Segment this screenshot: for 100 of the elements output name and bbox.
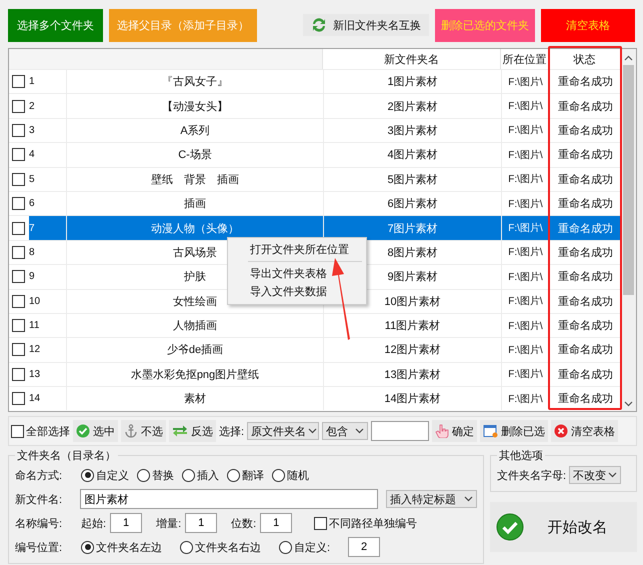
field-label: 起始: <box>81 516 106 530</box>
table-cell: 重命名成功 <box>549 290 621 313</box>
radio-label[interactable]: 文件夹名左边 <box>96 540 162 554</box>
toolbar-button[interactable]: 反选 <box>169 420 216 442</box>
row-number: 10 <box>29 296 40 307</box>
table-cell: 插画 <box>66 192 323 216</box>
radio-button[interactable] <box>137 468 150 482</box>
table-row[interactable]: 2 【动漫女头】 2图片素材 F:\图片\ 重命名成功 <box>9 93 621 118</box>
radio-label[interactable]: 文件夹名右边 <box>195 540 261 554</box>
radio-label[interactable]: 翻译 <box>242 468 264 482</box>
radio-label[interactable]: 替换 <box>152 468 174 482</box>
table-cell: 动漫人物（头像） <box>66 216 323 240</box>
input-field[interactable]: 1 <box>185 513 218 533</box>
table-row[interactable]: 11 人物插画 11图片素材 F:\图片\ 重命名成功 <box>9 312 621 338</box>
checkbox[interactable] <box>12 270 25 284</box>
close-icon <box>554 424 568 438</box>
radio-label[interactable]: 自定义 <box>96 468 129 482</box>
caret-icon <box>308 428 318 434</box>
dropdown[interactable]: 包含 <box>322 422 368 440</box>
table-cell: F:\图片\ <box>501 94 549 118</box>
table-cell: F:\图片\ <box>501 143 549 167</box>
checkbox[interactable] <box>12 172 25 186</box>
toolbar-button[interactable]: 选择多个文件夹 <box>8 8 103 42</box>
table-cell: 13图片素材 <box>323 362 501 386</box>
checkbox[interactable] <box>314 516 328 530</box>
radio-label[interactable]: 自定义: <box>294 540 330 554</box>
radio-button[interactable] <box>81 468 94 482</box>
checkbox[interactable] <box>12 222 25 235</box>
toolbar-button[interactable]: 确定 <box>432 420 478 442</box>
table-cell: 重命名成功 <box>549 192 621 216</box>
table-cell: 重命名成功 <box>549 265 621 289</box>
caret-icon <box>355 428 364 434</box>
table-cell: F:\图片\ <box>501 290 549 313</box>
table-cell: 素材 <box>66 387 323 410</box>
field-label: 增量: <box>156 516 182 530</box>
table-row[interactable]: 1 『古风女子』 1图片素材 F:\图片\ 重命名成功 <box>9 69 621 94</box>
toolbar-button[interactable]: 清空表格 <box>551 420 618 442</box>
table-row[interactable]: 3 A系列 3图片素材 F:\图片\ 重命名成功 <box>9 118 621 142</box>
swap-button[interactable]: 新旧文件夹名互换 <box>303 14 429 36</box>
table-cell: 壁纸 背景 插画 <box>66 168 323 191</box>
row-number: 12 <box>29 344 40 356</box>
radio-label[interactable]: 随机 <box>287 468 309 482</box>
table-row[interactable]: 14 素材 14图片素材 F:\图片\ 重命名成功 <box>9 386 621 410</box>
table-row[interactable]: 4 C-场景 4图片素材 F:\图片\ 重命名成功 <box>9 142 621 167</box>
toolbar-button[interactable]: 不选 <box>121 420 166 442</box>
table-cell: 重命名成功 <box>549 94 621 118</box>
table-row[interactable]: 7 动漫人物（头像） 7图片素材 F:\图片\ 重命名成功 <box>9 215 621 240</box>
input-field[interactable]: 1 <box>110 513 142 533</box>
column-header: 状态 <box>548 49 620 69</box>
row-number: 3 <box>29 124 35 136</box>
start-button[interactable]: 开始改名 <box>490 502 637 552</box>
scroll-up-icon[interactable] <box>624 55 633 61</box>
table-cell: F:\图片\ <box>501 240 549 264</box>
toolbar-button[interactable]: 删除已选 <box>480 420 548 442</box>
checkbox[interactable] <box>12 368 25 381</box>
table-cell: F:\图片\ <box>501 265 549 289</box>
checkbox-label[interactable]: 不同路径单独编号 <box>329 516 418 530</box>
table-row[interactable]: 12 少爷de插画 12图片素材 F:\图片\ 重命名成功 <box>9 337 621 362</box>
table-cell: F:\图片\ <box>501 216 549 240</box>
radio-button[interactable] <box>272 468 285 482</box>
input-field[interactable]: 图片素材 <box>80 489 378 509</box>
radio-button[interactable] <box>180 540 193 554</box>
table-cell: 重命名成功 <box>549 362 621 386</box>
checkbox-label[interactable]: 全部选择 <box>26 424 70 438</box>
checkbox[interactable] <box>12 319 25 332</box>
table-row[interactable]: 6 插画 6图片素材 F:\图片\ 重命名成功 <box>9 190 621 216</box>
radio-button[interactable] <box>279 540 292 554</box>
dropdown[interactable]: 原文件夹名 <box>247 422 320 440</box>
dropdown[interactable]: 插入特定标题 <box>386 490 477 508</box>
row-number: 5 <box>29 174 35 185</box>
checkbox[interactable] <box>12 100 25 113</box>
checkbox[interactable] <box>12 294 25 308</box>
scroll-down-icon[interactable] <box>624 401 633 407</box>
checkbox[interactable] <box>12 392 25 406</box>
toolbar-button[interactable]: 选中 <box>73 420 118 442</box>
checkbox[interactable] <box>12 246 25 259</box>
radio-button[interactable] <box>227 468 240 482</box>
input-field[interactable] <box>371 421 430 441</box>
input-field[interactable]: 2 <box>348 537 380 557</box>
table-row[interactable]: 13 水墨水彩免抠png图片壁纸 13图片素材 F:\图片\ 重命名成功 <box>9 362 621 386</box>
scroll-thumb[interactable] <box>623 65 634 295</box>
table-row[interactable]: 5 壁纸 背景 插画 5图片素材 F:\图片\ 重命名成功 <box>9 166 621 191</box>
checkbox[interactable] <box>12 124 25 137</box>
checkbox[interactable] <box>12 343 25 356</box>
row-number: 9 <box>29 271 35 282</box>
input-field[interactable]: 1 <box>260 513 292 533</box>
table-cell: 5图片素材 <box>323 168 501 191</box>
checkbox[interactable] <box>12 75 25 88</box>
checkbox[interactable] <box>11 424 24 438</box>
checkbox[interactable] <box>12 197 25 210</box>
checkbox[interactable] <box>12 148 25 162</box>
row-number: 4 <box>29 149 35 160</box>
radio-button[interactable] <box>182 468 195 482</box>
table-cell: 3图片素材 <box>323 118 501 142</box>
dropdown[interactable]: 不改变 <box>569 466 622 484</box>
scrollbar[interactable] <box>621 49 636 411</box>
radio-button[interactable] <box>81 540 94 554</box>
swap-arrows-icon <box>172 424 188 438</box>
radio-label[interactable]: 插入 <box>197 468 219 482</box>
field-label: 编号位置: <box>15 540 64 554</box>
